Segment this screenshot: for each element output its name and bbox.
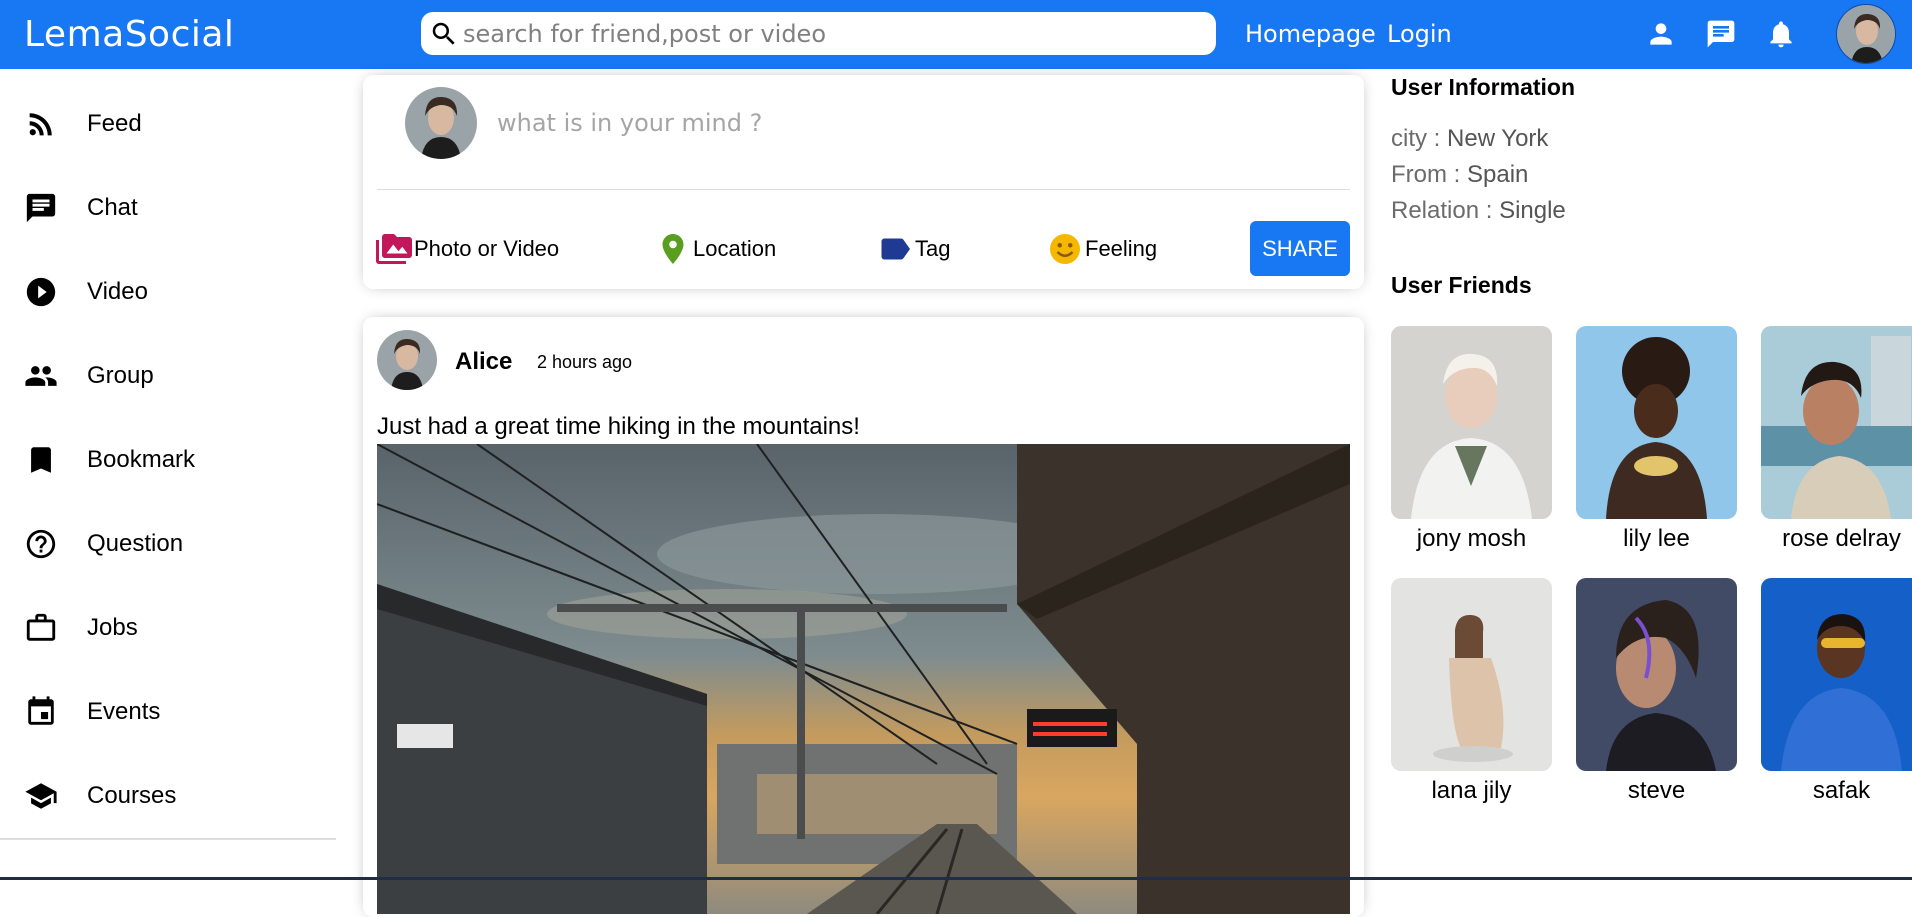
user-info-title: User Information: [1391, 74, 1576, 100]
photo-video-label: Photo or Video: [414, 236, 560, 261]
sidebar-item-label: Events: [87, 698, 161, 725]
rss-feed-icon: [29, 113, 52, 136]
sidebar-item-label: Courses: [87, 782, 177, 809]
friend-photo: [1761, 578, 1912, 771]
friend-name: lana jily: [1431, 777, 1512, 804]
emoji-emotions-icon: [1050, 234, 1080, 264]
info-city: city : New York: [1391, 125, 1548, 153]
sidebar-item-chat[interactable]: Chat: [24, 188, 138, 228]
info-value: Spain: [1467, 161, 1529, 188]
help-outline-icon: [26, 529, 56, 559]
search-bar[interactable]: [421, 12, 1216, 55]
post-card: Alice 2 hours ago Just had a great time …: [363, 317, 1364, 917]
sidebar-item-question[interactable]: Question: [24, 524, 183, 564]
sidebar-item-feed[interactable]: Feed: [24, 104, 142, 144]
friend-card[interactable]: safak: [1761, 578, 1912, 805]
friend-photo: [1576, 578, 1737, 771]
share-divider: [377, 189, 1350, 190]
work-outline-icon: [26, 613, 56, 641]
sidebar: Feed Chat Video Group Bookmark Question …: [0, 69, 336, 880]
feeling-option[interactable]: Feeling: [1047, 231, 1157, 267]
room-icon: [662, 234, 684, 264]
info-value: New York: [1447, 125, 1549, 152]
friend-card[interactable]: steve: [1576, 578, 1737, 805]
friend-photo: [1391, 578, 1552, 771]
friend-card[interactable]: lily lee: [1576, 326, 1737, 553]
friend-name: jony mosh: [1416, 525, 1527, 552]
friend-card[interactable]: rose delray: [1761, 326, 1912, 553]
friend-name: lily lee: [1623, 525, 1690, 552]
sidebar-divider: [0, 838, 336, 840]
chat-icon: [26, 193, 56, 223]
post-text: Just had a great time hiking in the moun…: [377, 413, 860, 440]
post-timestamp: 2 hours ago: [537, 352, 633, 372]
info-key: Relation :: [1391, 197, 1500, 224]
info-value: Single: [1499, 197, 1566, 224]
chat-icon[interactable]: [1705, 18, 1737, 50]
info-from: From : Spain: [1391, 161, 1528, 189]
tag-label: Tag: [915, 236, 951, 261]
sidebar-item-bookmark[interactable]: Bookmark: [24, 440, 195, 480]
sidebar-item-label: Feed: [87, 110, 142, 137]
search-input[interactable]: [463, 19, 1163, 48]
sidebar-item-label: Chat: [87, 194, 138, 221]
photo-video-option[interactable]: Photo or Video: [376, 231, 559, 267]
play-circle-icon: [26, 277, 56, 307]
sidebar-item-courses[interactable]: Courses: [24, 776, 176, 816]
status-input[interactable]: [497, 109, 1197, 137]
share-avatar: [405, 87, 477, 159]
friend-photo: [1391, 326, 1552, 519]
sidebar-item-label: Question: [87, 530, 184, 557]
sidebar-item-label: Video: [87, 278, 148, 305]
group-icon: [25, 366, 57, 386]
friend-name: rose delray: [1782, 525, 1901, 552]
friend-card[interactable]: jony mosh: [1391, 326, 1552, 553]
homepage-link[interactable]: Homepage: [1245, 20, 1376, 48]
notification-icon[interactable]: [1765, 18, 1797, 50]
top-bar: LemaSocial Homepage Login: [0, 0, 1912, 69]
sidebar-item-label: Group: [87, 362, 154, 389]
friend-photo: [1576, 326, 1737, 519]
info-key: city :: [1391, 125, 1448, 152]
tag-option[interactable]: Tag: [877, 231, 950, 267]
friend-name: safak: [1812, 777, 1871, 804]
sidebar-item-events[interactable]: Events: [24, 692, 160, 732]
post-author-avatar[interactable]: [377, 330, 437, 390]
person-icon[interactable]: [1645, 18, 1677, 50]
info-relation: Relation : Single: [1391, 197, 1566, 225]
user-friends-title: User Friends: [1391, 272, 1532, 298]
profile-avatar[interactable]: [1836, 4, 1896, 64]
label-icon: [881, 238, 910, 260]
search-icon: [432, 22, 455, 45]
post-author-name[interactable]: Alice: [455, 348, 512, 376]
share-card: Photo or Video Location Tag Feeling SHAR…: [363, 75, 1364, 289]
sidebar-item-group[interactable]: Group: [24, 356, 154, 396]
school-icon: [25, 783, 57, 809]
location-option[interactable]: Location: [655, 231, 776, 267]
sidebar-item-label: Jobs: [87, 614, 138, 641]
sidebar-item-label: Bookmark: [87, 446, 196, 473]
post-image: [377, 444, 1350, 914]
share-button[interactable]: SHARE: [1250, 221, 1350, 276]
feeling-label: Feeling: [1085, 236, 1158, 261]
bookmark-icon: [31, 447, 51, 473]
perm-media-icon: [376, 234, 412, 264]
login-link[interactable]: Login: [1387, 20, 1452, 48]
sidebar-item-jobs[interactable]: Jobs: [24, 608, 138, 648]
right-bar: User Information city : New York From : …: [1391, 69, 1912, 880]
sidebar-item-video[interactable]: Video: [24, 272, 148, 312]
event-icon: [28, 696, 54, 725]
location-label: Location: [693, 236, 777, 261]
app-logo[interactable]: LemaSocial: [24, 14, 234, 55]
friend-photo: [1761, 326, 1912, 519]
friend-name: steve: [1627, 777, 1686, 804]
friend-card[interactable]: lana jily: [1391, 578, 1552, 805]
info-key: From :: [1391, 161, 1467, 188]
